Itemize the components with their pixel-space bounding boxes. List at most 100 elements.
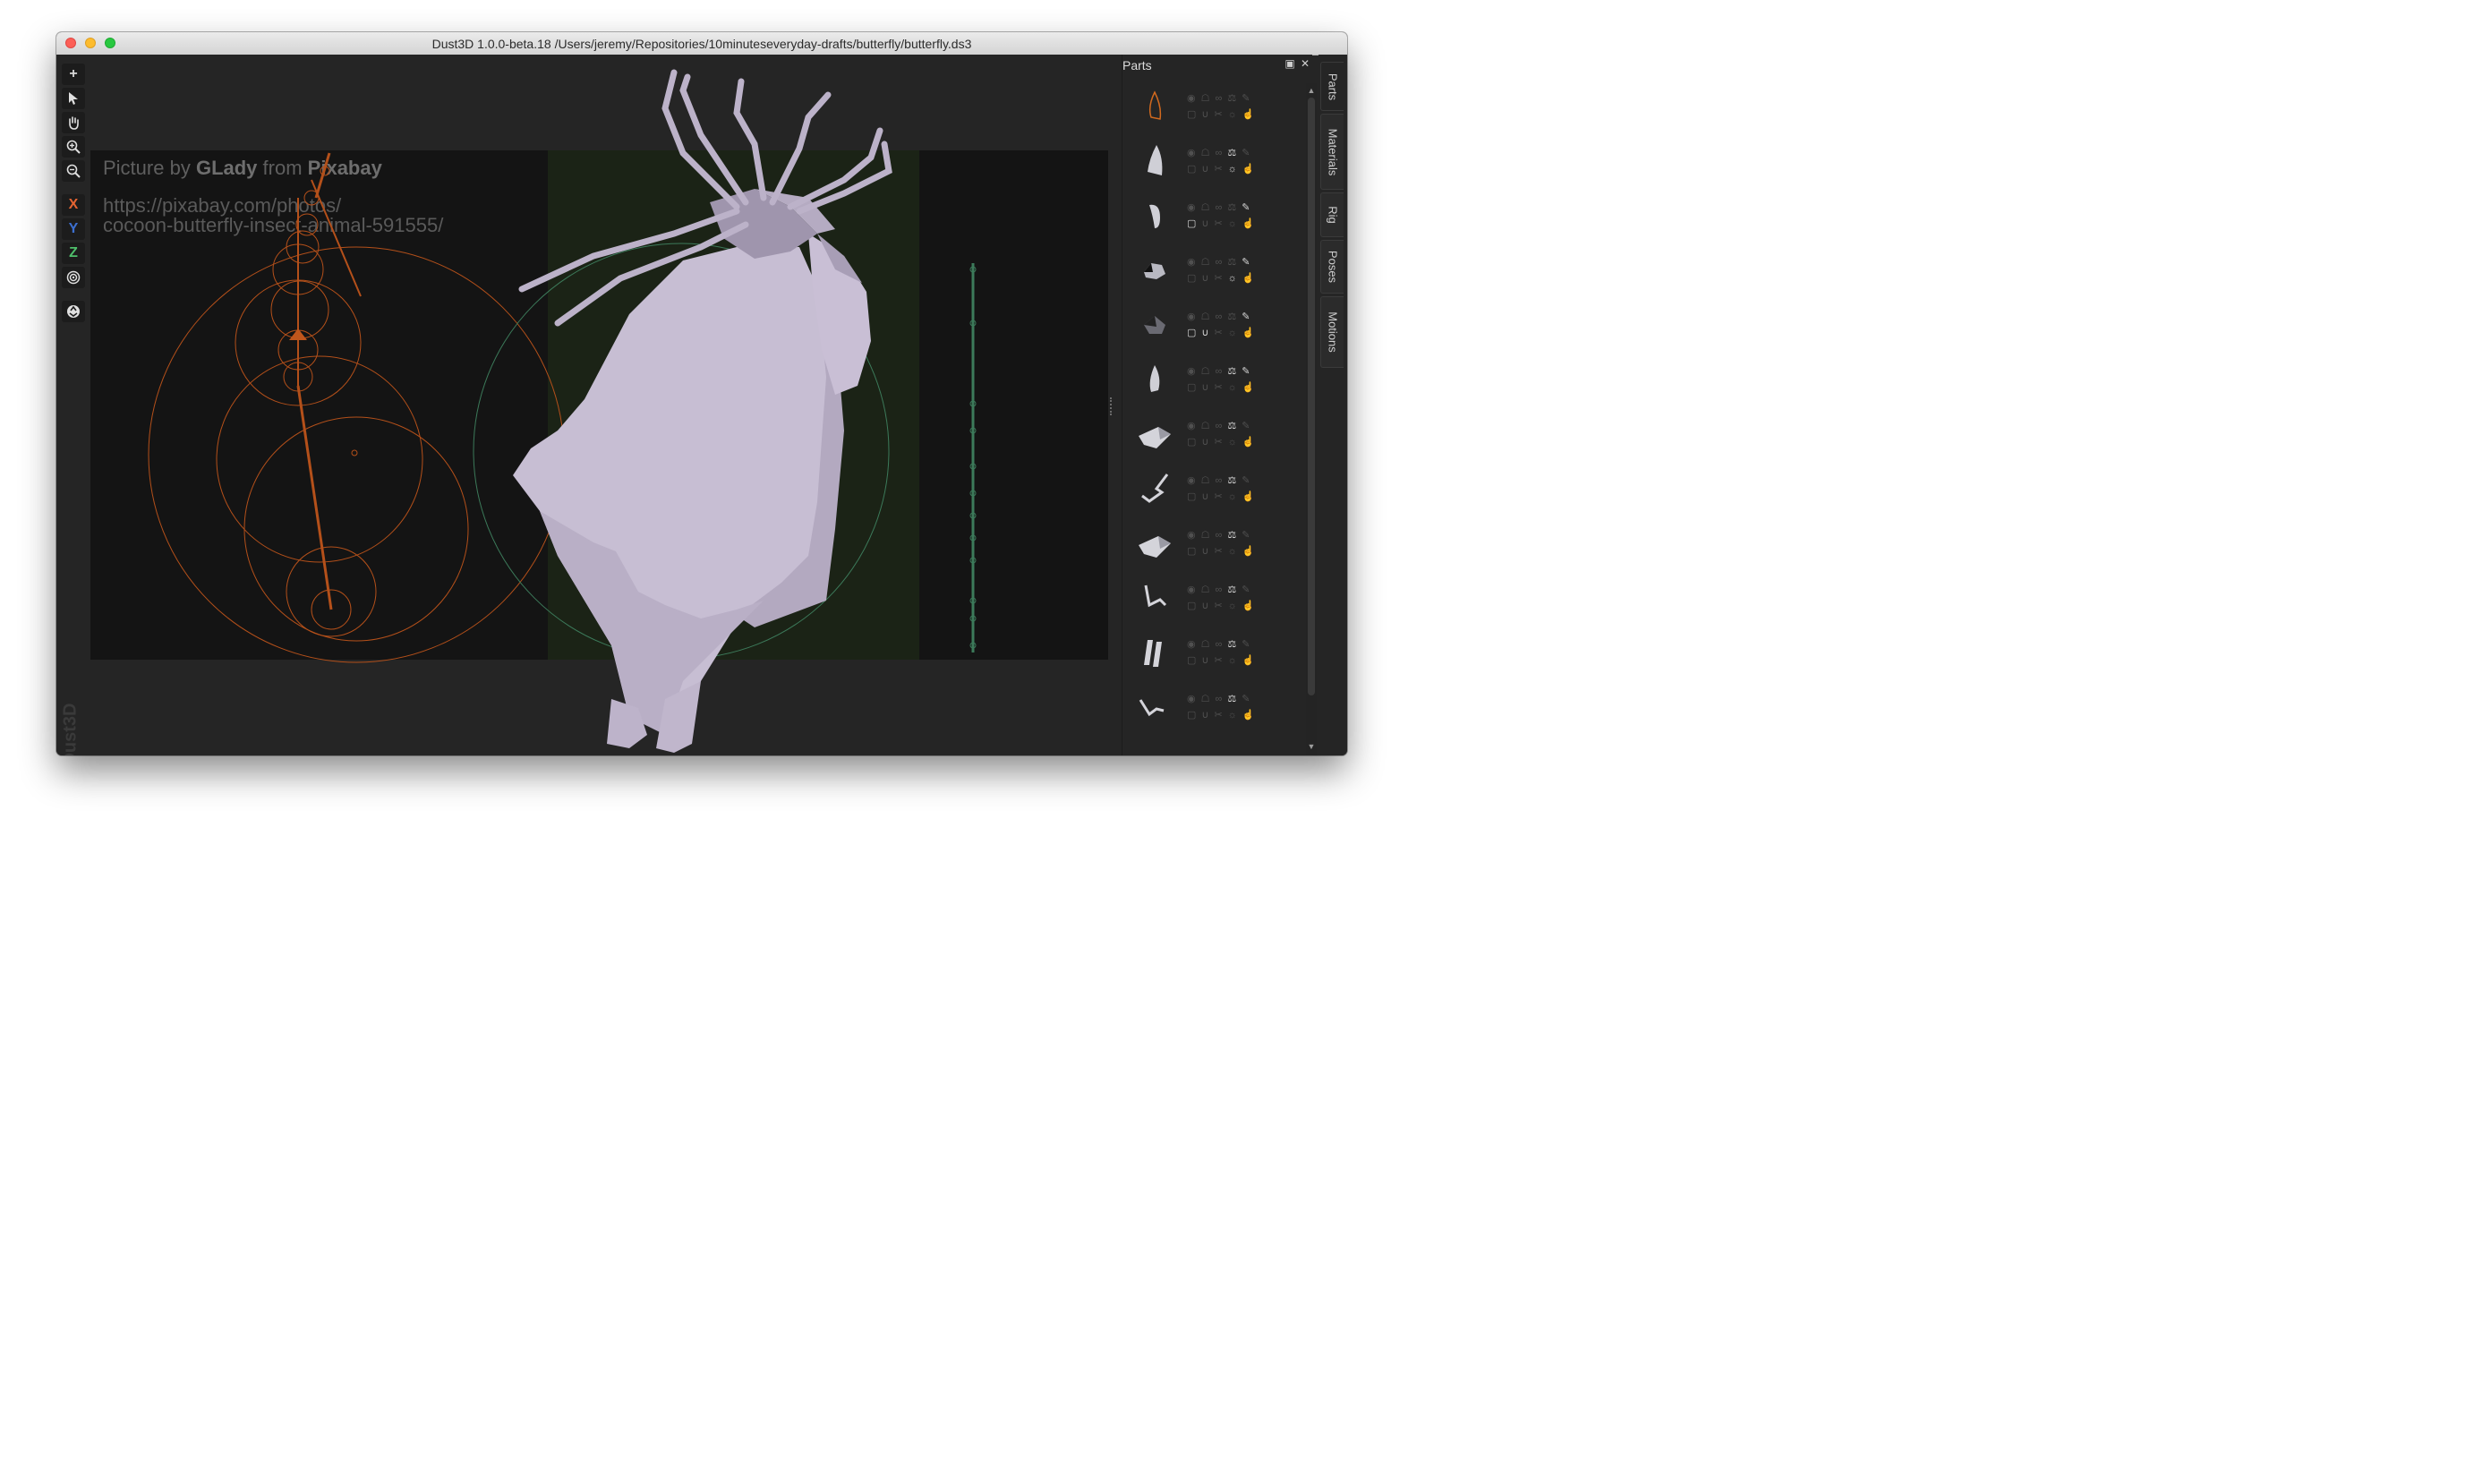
magnet-icon[interactable]: ∪ [1201, 655, 1214, 666]
zoom-out-button[interactable] [62, 160, 85, 182]
link-icon[interactable]: ∞ [1215, 148, 1227, 158]
splitter-handle[interactable] [1110, 397, 1114, 415]
magnet-icon[interactable]: ∪ [1201, 382, 1214, 393]
color-picker-icon[interactable]: ✎ [1242, 584, 1255, 595]
hand-point-icon[interactable]: ☝ [1242, 655, 1260, 666]
checkbox-icon[interactable]: ▢ [1187, 328, 1201, 338]
mirror-balance-icon[interactable]: ⚖ [1227, 530, 1242, 541]
mirror-balance-icon[interactable]: ⚖ [1227, 148, 1242, 158]
lock-icon[interactable]: ☖ [1201, 530, 1216, 541]
part-preview[interactable] [1130, 354, 1180, 405]
mirror-balance-icon[interactable]: ⚖ [1227, 311, 1242, 322]
lock-icon[interactable]: ☖ [1201, 93, 1216, 104]
part-preview[interactable] [1130, 191, 1180, 241]
sun-icon[interactable]: ☼ [1228, 546, 1242, 557]
eye-icon[interactable]: ◉ [1187, 202, 1201, 213]
scissors-icon[interactable]: ✂ [1214, 710, 1227, 721]
magnet-icon[interactable]: ∪ [1201, 109, 1214, 120]
magnet-icon[interactable]: ∪ [1201, 328, 1214, 338]
part-preview[interactable] [1130, 464, 1180, 514]
checkbox-icon[interactable]: ▢ [1187, 655, 1201, 666]
link-icon[interactable]: ∞ [1215, 530, 1227, 541]
scissors-icon[interactable]: ✂ [1214, 273, 1227, 284]
sun-icon[interactable]: ☼ [1228, 164, 1242, 175]
part-row[interactable]: ◉☖∞⚖✎ ▢∪✂☼☝ [1130, 518, 1300, 573]
magnet-icon[interactable]: ∪ [1201, 437, 1214, 448]
magnet-icon[interactable]: ∪ [1201, 601, 1214, 611]
scissors-icon[interactable]: ✂ [1214, 546, 1227, 557]
parts-scrollbar[interactable]: ▲ ▼ [1306, 83, 1317, 755]
radius-lock-button[interactable] [62, 267, 85, 288]
part-row[interactable]: ◉☖∞⚖✎ ▢∪✂☼☝ [1130, 81, 1300, 136]
select-button[interactable] [62, 88, 85, 109]
checkbox-icon[interactable]: ▢ [1187, 491, 1201, 502]
part-row[interactable]: ◉☖∞⚖✎ ▢∪✂☼☝ [1130, 682, 1300, 737]
eye-icon[interactable]: ◉ [1187, 584, 1201, 595]
color-picker-icon[interactable]: ✎ [1242, 148, 1255, 158]
close-icon[interactable]: ✕ [1300, 58, 1310, 69]
scissors-icon[interactable]: ✂ [1214, 491, 1227, 502]
part-preview[interactable] [1130, 518, 1180, 568]
scissors-icon[interactable]: ✂ [1214, 164, 1227, 175]
color-picker-icon[interactable]: ✎ [1242, 639, 1255, 650]
sun-icon[interactable]: ☼ [1228, 382, 1242, 393]
part-preview[interactable] [1130, 81, 1180, 132]
link-icon[interactable]: ∞ [1215, 694, 1227, 704]
scrollbar-thumb[interactable] [1308, 98, 1315, 695]
link-icon[interactable]: ∞ [1215, 639, 1227, 650]
color-picker-icon[interactable]: ✎ [1242, 475, 1255, 486]
mirror-balance-icon[interactable]: ⚖ [1227, 475, 1242, 486]
mirror-balance-icon[interactable]: ⚖ [1227, 93, 1242, 104]
link-icon[interactable]: ∞ [1215, 366, 1227, 377]
eye-icon[interactable]: ◉ [1187, 694, 1201, 704]
link-icon[interactable]: ∞ [1215, 93, 1227, 104]
part-row[interactable]: ◉☖∞⚖✎ ▢∪✂☼☝ [1130, 245, 1300, 300]
title-bar[interactable]: Dust3D 1.0.0-beta.18 /Users/jeremy/Repos… [56, 32, 1347, 55]
lock-icon[interactable]: ☖ [1201, 584, 1216, 595]
lock-icon[interactable]: ☖ [1201, 202, 1216, 213]
mirror-balance-icon[interactable]: ⚖ [1227, 694, 1242, 704]
color-picker-icon[interactable]: ✎ [1242, 694, 1255, 704]
link-icon[interactable]: ∞ [1215, 257, 1227, 268]
eye-icon[interactable]: ◉ [1187, 421, 1201, 431]
link-icon[interactable]: ∞ [1215, 475, 1227, 486]
scissors-icon[interactable]: ✂ [1214, 437, 1227, 448]
hand-point-icon[interactable]: ☝ [1242, 601, 1260, 611]
eye-icon[interactable]: ◉ [1187, 148, 1201, 158]
tab-motions[interactable]: Motions [1320, 296, 1344, 368]
hand-point-icon[interactable]: ☝ [1242, 491, 1260, 502]
scissors-icon[interactable]: ✂ [1214, 382, 1227, 393]
part-preview[interactable] [1130, 627, 1180, 678]
eye-icon[interactable]: ◉ [1187, 311, 1201, 322]
hand-point-icon[interactable]: ☝ [1242, 710, 1260, 721]
checkbox-icon[interactable]: ▢ [1187, 437, 1201, 448]
magnet-icon[interactable]: ∪ [1201, 218, 1214, 229]
regenerate-button[interactable] [62, 301, 85, 322]
part-preview[interactable] [1130, 409, 1180, 459]
hand-point-icon[interactable]: ☝ [1242, 437, 1260, 448]
part-row[interactable]: ◉☖∞⚖✎ ▢∪✂☼☝ [1130, 300, 1300, 354]
magnet-icon[interactable]: ∪ [1201, 546, 1214, 557]
part-row[interactable]: ◉☖∞⚖✎ ▢∪✂☼☝ [1130, 136, 1300, 191]
part-preview[interactable] [1130, 245, 1180, 295]
y-axis-lock-button[interactable]: Y [62, 218, 85, 240]
part-preview[interactable] [1130, 682, 1180, 732]
sun-icon[interactable]: ☼ [1228, 328, 1242, 338]
checkbox-icon[interactable]: ▢ [1187, 273, 1201, 284]
color-picker-icon[interactable]: ✎ [1242, 257, 1255, 268]
sun-icon[interactable]: ☼ [1228, 273, 1242, 284]
tab-poses[interactable]: Poses [1320, 240, 1344, 294]
link-icon[interactable]: ∞ [1215, 311, 1227, 322]
checkbox-icon[interactable]: ▢ [1187, 382, 1201, 393]
eye-icon[interactable]: ◉ [1187, 366, 1201, 377]
link-icon[interactable]: ∞ [1215, 202, 1227, 213]
scissors-icon[interactable]: ✂ [1214, 109, 1227, 120]
mirror-balance-icon[interactable]: ⚖ [1227, 366, 1242, 377]
lock-icon[interactable]: ☖ [1201, 148, 1216, 158]
lock-icon[interactable]: ☖ [1201, 257, 1216, 268]
link-icon[interactable]: ∞ [1215, 584, 1227, 595]
hand-point-icon[interactable]: ☝ [1242, 218, 1260, 229]
sun-icon[interactable]: ☼ [1228, 601, 1242, 611]
tab-rig[interactable]: Rig [1320, 192, 1344, 237]
lock-icon[interactable]: ☖ [1201, 694, 1216, 704]
